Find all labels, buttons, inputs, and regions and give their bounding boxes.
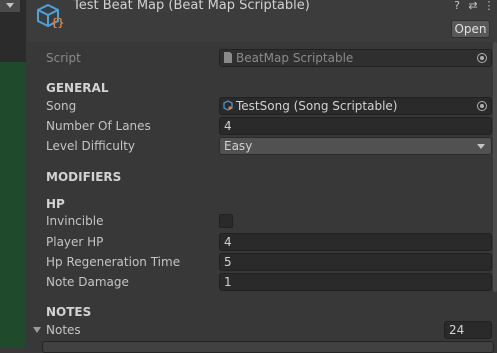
notes-list	[42, 341, 494, 353]
script-value: BeatMap Scriptable	[236, 51, 354, 65]
invincible-checkbox[interactable]	[219, 214, 233, 228]
number-of-lanes-row: Number Of Lanes 4	[27, 117, 497, 135]
scene-view-panel	[0, 62, 26, 347]
notes-count-input[interactable]: 24	[444, 321, 492, 339]
number-of-lanes-label: Number Of Lanes	[46, 119, 151, 133]
hp-regeneration-time-row: Hp Regeneration Time 5	[27, 253, 497, 271]
inspector-title: Test Beat Map (Beat Map Scriptable)	[73, 0, 310, 13]
number-of-lanes-input[interactable]: 4	[219, 117, 492, 135]
song-asset-icon	[223, 100, 233, 111]
general-heading: GENERAL	[46, 81, 109, 95]
invincible-label: Invincible	[46, 214, 104, 228]
notes-heading: NOTES	[46, 305, 92, 319]
notes-list-row[interactable]: Notes 24	[27, 321, 497, 339]
player-hp-label: Player HP	[46, 235, 104, 249]
notes-list-label: Notes	[46, 323, 81, 337]
object-picker-icon[interactable]	[477, 101, 487, 111]
hp-regeneration-time-input[interactable]: 5	[219, 253, 492, 271]
level-difficulty-dropdown[interactable]: Easy	[219, 137, 492, 155]
level-difficulty-value: Easy	[224, 139, 253, 153]
more-options-icon[interactable]: ⋮	[483, 0, 495, 12]
song-row: Song TestSong (Song Scriptable)	[27, 97, 497, 115]
hp-regeneration-time-label: Hp Regeneration Time	[46, 255, 181, 269]
script-row: Script BeatMap Scriptable	[27, 49, 497, 67]
level-difficulty-row: Level Difficulty Easy	[27, 137, 497, 155]
invincible-row: Invincible	[27, 212, 497, 230]
scriptable-object-icon: {}	[37, 3, 64, 29]
modifiers-heading: MODIFIERS	[46, 170, 122, 184]
dropdown-arrow-icon[interactable]	[0, 0, 20, 12]
foldout-arrow-icon[interactable]	[33, 327, 41, 333]
scene-view-edge	[0, 0, 26, 347]
level-difficulty-label: Level Difficulty	[46, 139, 136, 153]
open-button[interactable]: Open	[451, 20, 490, 38]
song-value: TestSong (Song Scriptable)	[236, 99, 398, 113]
object-picker-icon	[477, 53, 487, 63]
script-file-icon	[224, 52, 232, 63]
svg-text:{}: {}	[51, 16, 64, 29]
inspector-scrollbar[interactable]	[493, 42, 497, 292]
song-label: Song	[46, 99, 77, 113]
presets-icon[interactable]: ⇄	[467, 0, 479, 12]
player-hp-row: Player HP 4	[27, 233, 497, 251]
inspector-panel: {} Test Beat Map (Beat Map Scriptable) ?…	[27, 0, 497, 353]
song-field[interactable]: TestSong (Song Scriptable)	[219, 97, 492, 115]
note-damage-row: Note Damage 1	[27, 273, 497, 291]
chevron-down-icon	[477, 144, 485, 149]
help-icon[interactable]: ?	[451, 0, 463, 12]
player-hp-input[interactable]: 4	[219, 233, 492, 251]
hp-heading: HP	[46, 197, 65, 211]
script-field: BeatMap Scriptable	[219, 49, 492, 67]
inspector-header: {} Test Beat Map (Beat Map Scriptable) ?…	[27, 0, 497, 42]
script-label: Script	[46, 51, 81, 65]
note-damage-input[interactable]: 1	[219, 273, 492, 291]
note-damage-label: Note Damage	[46, 275, 129, 289]
